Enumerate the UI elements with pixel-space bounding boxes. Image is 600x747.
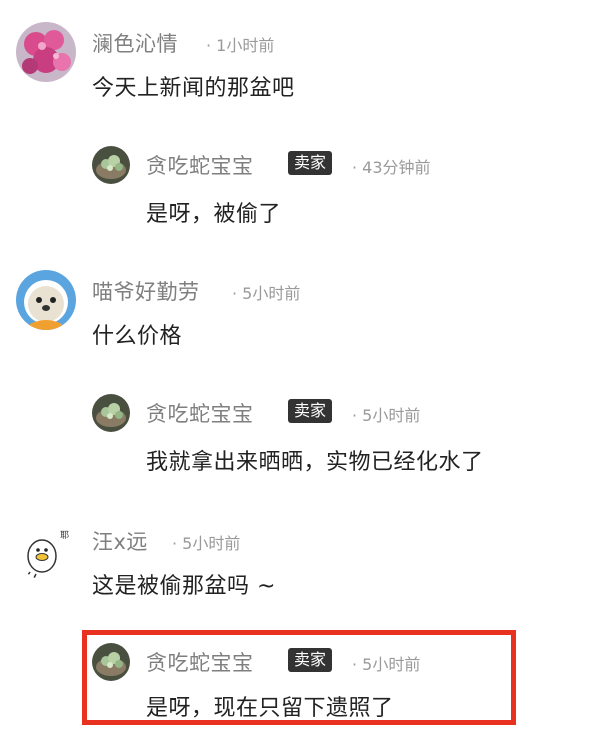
comment-time: · 1小时前 <box>206 36 275 55</box>
username[interactable]: 贪吃蛇宝宝 <box>146 647 254 677</box>
comment-text[interactable]: 什么价格 <box>92 318 182 350</box>
seller-avatar[interactable] <box>92 146 130 184</box>
username[interactable]: 澜色沁情 <box>92 28 178 58</box>
comment-time: · 5小时前 <box>352 406 421 425</box>
user-avatar[interactable]: 耶 <box>16 520 76 580</box>
svg-text:耶: 耶 <box>60 530 69 541</box>
comment-time: · 5小时前 <box>232 284 301 303</box>
comment-text[interactable]: 今天上新闻的那盆吧 <box>92 70 295 102</box>
username[interactable]: 贪吃蛇宝宝 <box>146 398 254 428</box>
username[interactable]: 喵爷好勤劳 <box>92 276 200 306</box>
seller-badge: 卖家 <box>288 151 333 175</box>
comment-time: · 5小时前 <box>172 534 241 553</box>
comment-time: · 5小时前 <box>352 655 421 674</box>
comment-text[interactable]: 是呀，现在只留下遗照了 <box>146 690 394 722</box>
comment-text[interactable]: 这是被偷那盆吗 ~ <box>92 568 276 600</box>
user-avatar[interactable] <box>16 22 76 82</box>
comment-text[interactable]: 我就拿出来晒晒，实物已经化水了 <box>146 444 484 476</box>
seller-badge: 卖家 <box>288 648 333 672</box>
seller-badge: 卖家 <box>288 399 333 423</box>
seller-avatar[interactable] <box>92 643 130 681</box>
comment-text[interactable]: 是呀，被偷了 <box>146 196 281 228</box>
username[interactable]: 汪x远 <box>92 526 148 556</box>
seller-avatar[interactable] <box>92 394 130 432</box>
username[interactable]: 贪吃蛇宝宝 <box>146 150 254 180</box>
comment-time: · 43分钟前 <box>352 158 431 177</box>
user-avatar[interactable] <box>16 270 76 330</box>
